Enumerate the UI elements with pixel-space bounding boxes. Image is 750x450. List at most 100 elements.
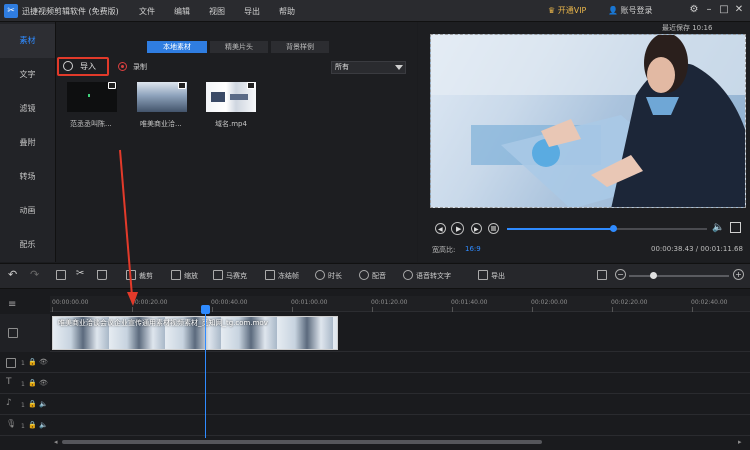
film-icon: [6, 358, 16, 368]
sidebar-item-animation[interactable]: 动画: [0, 194, 55, 228]
pip-track: [0, 353, 750, 373]
minimize-icon[interactable]: –: [703, 4, 715, 16]
lock-icon[interactable]: 🔒: [28, 358, 37, 366]
speech-to-text-button[interactable]: 语音转文字: [416, 271, 451, 281]
ruler-tick: [52, 307, 53, 312]
tab-intros[interactable]: 精美片头: [210, 41, 268, 53]
sidebar-item-material[interactable]: 素材: [0, 24, 55, 58]
crop-icon: [126, 270, 136, 280]
scroll-right-icon[interactable]: ▸: [738, 438, 742, 446]
import-icon: [63, 61, 73, 71]
ruler-tick: [372, 307, 373, 312]
preview-scene: [431, 35, 745, 207]
eye-icon[interactable]: 👁: [39, 358, 48, 366]
crown-icon: ♛: [548, 6, 558, 15]
menu-file[interactable]: 文件: [139, 6, 155, 17]
playhead-handle[interactable]: [201, 305, 210, 314]
fit-timeline-icon[interactable]: [597, 270, 607, 280]
ruler-label: 00:00:40.00: [211, 299, 248, 306]
sidebar-item-text[interactable]: 文字: [0, 58, 55, 92]
login-label: 账号登录: [620, 6, 653, 15]
sidebar-item-filter[interactable]: 滤镜: [0, 92, 55, 126]
redo-icon[interactable]: ↷: [30, 268, 39, 281]
ruler-label: 00:02:00.00: [531, 299, 568, 306]
media-label-3: 域名.mp4: [215, 120, 247, 128]
record-dot-icon: [121, 65, 124, 68]
ruler-tick: [532, 307, 533, 312]
aspect-ratio-label: 宽高比:: [432, 246, 456, 254]
video-badge-icon: [108, 82, 116, 89]
add-track-icon[interactable]: ≡: [8, 299, 16, 310]
progress-fill: [507, 228, 613, 230]
last-save-time: 最近保存 10:16: [662, 24, 713, 32]
fullscreen-icon[interactable]: [730, 222, 741, 233]
undo-icon[interactable]: ↶: [8, 268, 17, 281]
app-logo-icon: ✂: [4, 4, 18, 18]
volume-track-icon[interactable]: 🔈: [39, 421, 48, 429]
delete-icon[interactable]: [97, 270, 107, 280]
menu-view[interactable]: 视图: [209, 6, 225, 17]
prev-frame-icon: ◀: [438, 226, 443, 233]
close-icon[interactable]: ✕: [733, 4, 745, 16]
lock-icon[interactable]: 🔒: [28, 400, 37, 408]
freeze-frame-icon: [265, 270, 275, 280]
volume-track-icon[interactable]: 🔈: [39, 400, 48, 408]
timeline-scrollbar[interactable]: [62, 440, 542, 444]
timeline-zoom-slider[interactable]: [629, 275, 729, 277]
scroll-left-icon[interactable]: ◂: [54, 438, 58, 446]
media-label-2: 唯美商业洽...: [140, 120, 182, 128]
video-badge-icon: [178, 82, 186, 89]
settings-icon[interactable]: ⚙: [688, 4, 700, 16]
preview-video[interactable]: [430, 34, 746, 208]
lock-icon[interactable]: 🔒: [28, 421, 37, 429]
vip-label: 开通VIP: [557, 6, 587, 15]
track-number: 1: [21, 381, 25, 388]
tab-backgrounds[interactable]: 背景样例: [271, 41, 329, 53]
sidebar-item-overlay[interactable]: 叠附: [0, 126, 55, 160]
video-track-icon: [8, 328, 18, 338]
menu-export[interactable]: 导出: [244, 6, 260, 17]
record-button[interactable]: 录制: [133, 62, 147, 72]
mosaic-button[interactable]: 马赛克: [226, 271, 247, 281]
vip-button[interactable]: ♛ 开通VIP: [548, 5, 586, 16]
clip-name: 唯美商业洽谈会议企业宣传通用素材视频素材_觅知网_tg.com.mov: [58, 319, 268, 327]
media-library: [55, 22, 417, 262]
ruler-label: 00:01:00.00: [291, 299, 328, 306]
crop-button[interactable]: 裁剪: [139, 271, 153, 281]
zoom-in-icon[interactable]: +: [733, 269, 744, 280]
tab-local-media[interactable]: 本地素材: [147, 41, 207, 53]
ruler-label: 00:02:40.00: [691, 299, 728, 306]
voice-track: [0, 416, 750, 436]
microphone-icon: [359, 270, 369, 280]
menu-edit[interactable]: 编辑: [174, 6, 190, 17]
progress-knob[interactable]: [610, 225, 617, 232]
menu-help[interactable]: 帮助: [279, 6, 295, 17]
text-track-icon: T: [6, 377, 12, 387]
ruler-tick: [292, 307, 293, 312]
eye-icon[interactable]: 👁: [39, 379, 48, 387]
aspect-ratio-value[interactable]: 16:9: [465, 245, 481, 253]
voiceover-button[interactable]: 配音: [372, 271, 386, 281]
ruler-label: 00:00:20.00: [131, 299, 168, 306]
sidebar-item-music[interactable]: 配乐: [0, 228, 55, 262]
ruler-tick: [692, 307, 693, 312]
export-button[interactable]: 导出: [491, 271, 505, 281]
lock-icon[interactable]: 🔒: [28, 379, 37, 387]
app-title: 迅捷视频剪辑软件 (免费版): [22, 7, 119, 16]
freeze-frame-button[interactable]: 冻结帧: [278, 271, 299, 281]
maximize-icon[interactable]: □: [718, 4, 730, 16]
timeline-zoom-knob[interactable]: [650, 272, 657, 279]
chevron-down-icon: [395, 65, 403, 70]
sidebar-item-transition[interactable]: 转场: [0, 160, 55, 194]
split-icon[interactable]: ✂: [76, 268, 84, 279]
login-button[interactable]: 👤 账号登录: [608, 5, 653, 16]
zoom-button[interactable]: 缩放: [184, 271, 198, 281]
volume-icon[interactable]: 🔈: [712, 222, 724, 233]
ruler-label: 00:01:20.00: [371, 299, 408, 306]
text-track: [0, 374, 750, 394]
thumb-image-icon: [230, 94, 248, 100]
playhead-line[interactable]: [205, 308, 206, 438]
edit-icon[interactable]: [56, 270, 66, 280]
zoom-out-icon[interactable]: −: [615, 269, 626, 280]
duration-button[interactable]: 时长: [328, 271, 342, 281]
